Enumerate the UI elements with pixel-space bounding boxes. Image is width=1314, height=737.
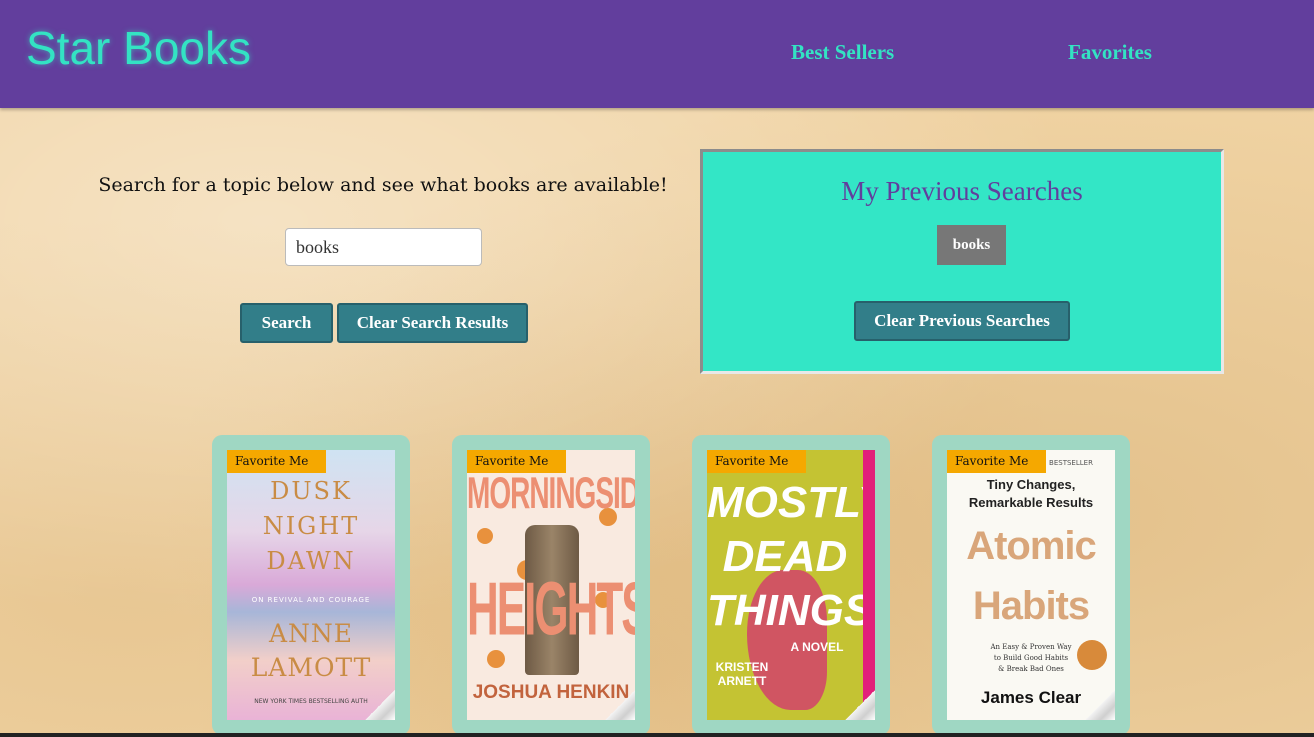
previous-searches-title: My Previous Searches	[841, 176, 1083, 206]
cover-title-line: THINGS	[707, 588, 863, 634]
cover-author-line: KRISTEN	[715, 660, 769, 674]
cover-description-line: An Easy & Proven Way	[990, 643, 1072, 651]
cover-description-line: & Break Bad Ones	[998, 665, 1064, 673]
cover-title-line: Atomic	[966, 524, 1097, 568]
cover-decoration	[477, 528, 493, 544]
clear-search-results-button[interactable]: Clear Search Results	[337, 303, 528, 343]
cover-author-line: LAMOTT	[250, 653, 372, 682]
cover-title-line: DAWN	[266, 547, 356, 575]
book-cover[interactable]: DUSK NIGHT DAWN ON REVIVAL AND COURAGE A…	[227, 450, 395, 720]
page-bottom-edge	[0, 733, 1314, 737]
cover-title: HEIGHTS	[467, 568, 635, 652]
cover-title-line: Habits	[972, 584, 1090, 628]
cover-spine	[863, 450, 875, 720]
search-button[interactable]: Search	[240, 303, 333, 343]
brand-title[interactable]: Star Books	[26, 20, 251, 76]
nav-favorites-link[interactable]: Favorites	[1068, 40, 1152, 65]
clear-previous-searches-button[interactable]: Clear Previous Searches	[854, 301, 1070, 341]
cover-subtitle: ON REVIVAL AND COURAGE	[251, 596, 371, 604]
book-cover[interactable]: MORNINGSIDE HEIGHTS JOSHUA HENKIN	[467, 450, 635, 720]
book-cover[interactable]: MOSTLY DEAD THINGS A NOVEL KRISTEN ARNET…	[707, 450, 875, 720]
nav-best-sellers-link[interactable]: Best Sellers	[791, 40, 894, 65]
book-card[interactable]: Favorite Me MOSTLY DEAD THINGS A NOVEL K…	[692, 435, 890, 735]
favorite-me-button[interactable]: Favorite Me	[467, 450, 566, 473]
cover-subtitle-line: Remarkable Results	[968, 495, 1094, 510]
book-card[interactable]: Favorite Me DUSK NIGHT DAWN ON REVIVAL A…	[212, 435, 410, 735]
book-card[interactable]: Favorite Me BESTSELLER Tiny Changes, Rem…	[932, 435, 1130, 735]
favorite-me-button[interactable]: Favorite Me	[227, 450, 326, 473]
book-card[interactable]: Favorite Me MORNINGSIDE HEIGHTS JOSHUA H…	[452, 435, 650, 735]
cover-description-line: to Build Good Habits	[993, 654, 1069, 662]
page-peel-icon	[605, 690, 635, 720]
page-peel-icon	[1085, 690, 1115, 720]
page-peel-icon	[845, 690, 875, 720]
cover-author-line: ANNE	[268, 619, 354, 648]
cover-title-line: NIGHT	[262, 512, 360, 540]
cover-tagline: A NOVEL	[790, 640, 844, 654]
navbar: Star Books Best Sellers Favorites	[0, 0, 1314, 108]
favorite-me-button[interactable]: Favorite Me	[947, 450, 1046, 473]
previous-search-item[interactable]: books	[937, 225, 1006, 265]
previous-searches-panel: My Previous Searches books Clear Previou…	[700, 149, 1224, 374]
search-input[interactable]	[285, 228, 482, 266]
page-peel-icon	[365, 690, 395, 720]
cover-title-line: MOSTLY	[707, 480, 863, 526]
cover-title-line: DUSK	[270, 477, 352, 505]
book-cover[interactable]: BESTSELLER Tiny Changes, Remarkable Resu…	[947, 450, 1115, 720]
cover-title-line: DEAD	[722, 534, 848, 580]
favorite-me-button[interactable]: Favorite Me	[707, 450, 806, 473]
cover-subtitle-line: Tiny Changes,	[986, 477, 1076, 492]
cover-title: MORNINGSIDE	[467, 468, 635, 518]
search-prompt: Search for a topic below and see what bo…	[98, 174, 668, 196]
cover-author-line: ARNETT	[717, 674, 767, 688]
